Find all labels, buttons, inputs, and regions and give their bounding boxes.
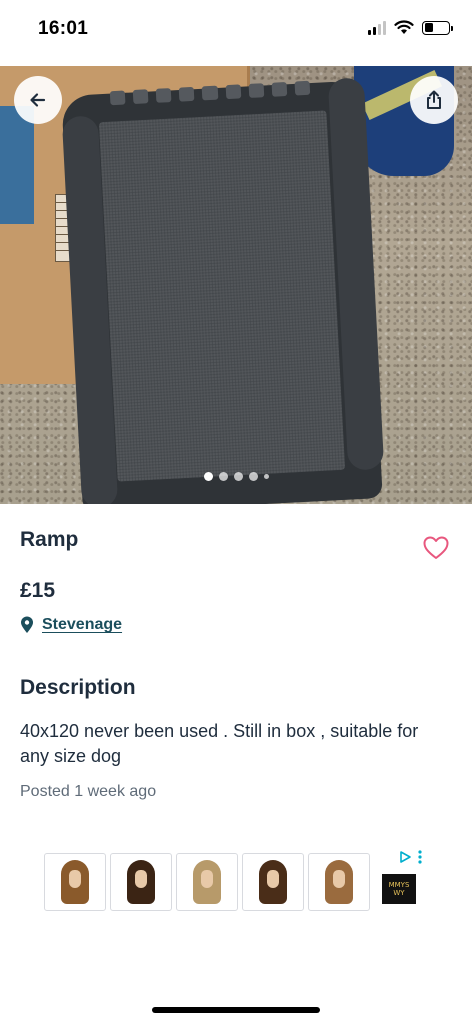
listing-title: Ramp: [20, 528, 79, 551]
location-pin-icon: [21, 616, 33, 633]
gallery-dot[interactable]: [203, 472, 213, 481]
listing-price: £15: [20, 579, 56, 602]
ad-product-thumbnail[interactable]: [242, 853, 304, 911]
location-link[interactable]: Stevenage: [42, 616, 122, 634]
status-icons: [368, 20, 453, 35]
more-vertical-icon[interactable]: [418, 850, 422, 864]
ad-controls: [398, 850, 422, 864]
status-time: 16:01: [38, 18, 89, 39]
listing-photo-gallery[interactable]: [0, 66, 472, 504]
wifi-icon: [394, 20, 414, 34]
ad-product-thumbnail[interactable]: [44, 853, 106, 911]
description-text: 40x120 never been used . Still in box , …: [20, 721, 419, 766]
wig-mannequin-image: [127, 860, 155, 904]
gallery-dot[interactable]: [263, 474, 269, 479]
home-indicator[interactable]: [152, 1007, 320, 1013]
arrow-left-icon: [30, 93, 46, 107]
description-heading: Description: [20, 676, 136, 699]
gallery-dot[interactable]: [248, 472, 258, 481]
ad-brand-logo[interactable]: MMYS WY: [382, 874, 416, 904]
wig-mannequin-image: [193, 860, 221, 904]
share-button[interactable]: [410, 76, 458, 124]
battery-icon: [422, 20, 453, 35]
favourite-button[interactable]: [422, 534, 450, 562]
heart-outline-icon: [423, 536, 449, 559]
adchoices-icon[interactable]: [398, 850, 412, 864]
listing-location[interactable]: Stevenage: [20, 616, 122, 634]
cellular-signal-icon: [368, 20, 386, 35]
advertisement-banner[interactable]: MMYS WY: [44, 850, 428, 912]
gallery-dot[interactable]: [233, 472, 243, 481]
wig-mannequin-image: [61, 860, 89, 904]
wig-mannequin-image: [259, 860, 287, 904]
gallery-pagination[interactable]: [0, 472, 472, 481]
share-icon: [427, 90, 441, 109]
ad-product-thumbnail[interactable]: [110, 853, 172, 911]
posted-date: Posted 1 week ago: [20, 783, 157, 800]
status-bar: 16:01: [0, 0, 472, 66]
back-button[interactable]: [14, 76, 62, 124]
battery-level: [424, 23, 433, 32]
gallery-dot[interactable]: [218, 472, 228, 481]
ad-product-thumbnail[interactable]: [176, 853, 238, 911]
ad-product-thumbnail[interactable]: [308, 853, 370, 911]
wig-mannequin-image: [325, 860, 353, 904]
ad-product-list: [44, 853, 370, 911]
